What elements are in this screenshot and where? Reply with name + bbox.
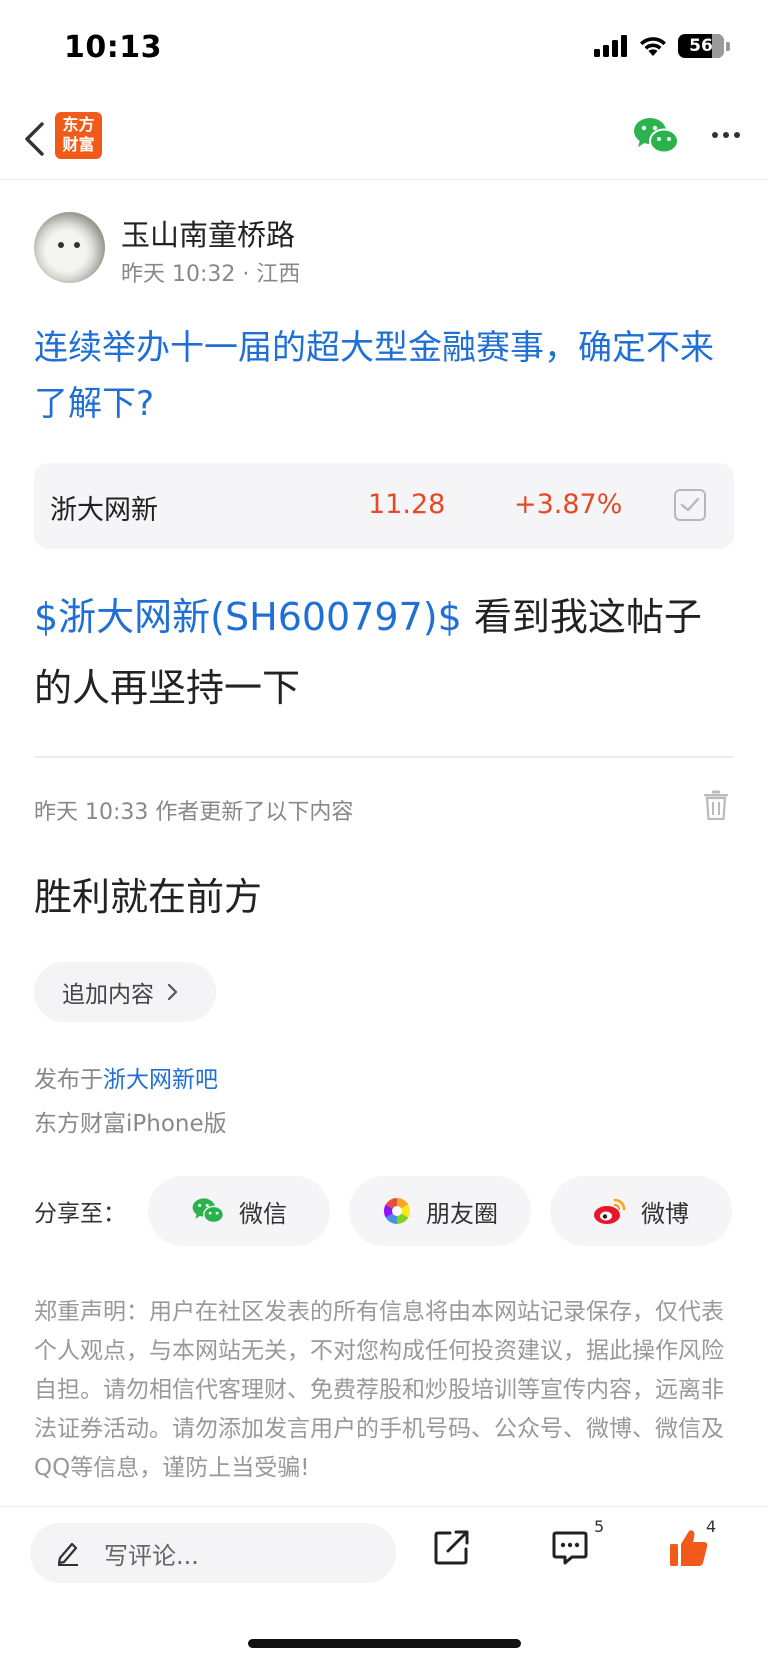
share-button[interactable] [432, 1527, 476, 1571]
battery-tip [726, 41, 730, 51]
author-info: 玉山南童桥路 昨天 10:32 · 江西 [34, 212, 734, 287]
moments-icon [383, 1197, 411, 1225]
wechat-icon [192, 1198, 225, 1224]
stock-name: 浙大网新 [50, 495, 158, 526]
post-body: $浙大网新(SH600797)$ 看到我这帖子的人再坚持一下 [34, 582, 738, 724]
stock-bar-link[interactable]: 浙大网新吧 [103, 1067, 218, 1093]
app-logo[interactable]: 东方财富 [55, 112, 102, 159]
trash-icon [704, 790, 728, 821]
bottom-action-bar: 写评论... 5 4 [0, 1506, 768, 1663]
more-button[interactable] [706, 120, 746, 150]
published-prefix: 发布于 [34, 1067, 103, 1093]
back-button[interactable] [14, 114, 54, 164]
pencil-icon [57, 1542, 78, 1566]
share-icon [434, 1530, 469, 1565]
share-wechat-label: 微信 [239, 1199, 287, 1228]
comment-count-badge: 5 [594, 1517, 605, 1536]
share-moments-label: 朋友圈 [426, 1199, 498, 1228]
stock-price: 11.28 [368, 489, 446, 520]
home-indicator [248, 1639, 521, 1648]
update-meta: 昨天 10:33 作者更新了以下内容 [34, 800, 354, 825]
post-title[interactable]: 连续举办十一届的超大型金融赛事，确定不来了解下? [34, 320, 738, 432]
status-time: 10:13 [64, 30, 162, 65]
author-name[interactable]: 玉山南童桥路 [121, 212, 295, 254]
stock-card[interactable]: 浙大网新 11.28 +3.87% [34, 463, 734, 549]
more-icon [712, 132, 718, 138]
wechat-icon [634, 118, 679, 154]
delete-button[interactable] [703, 790, 729, 821]
comment-input[interactable]: 写评论... [30, 1523, 396, 1583]
wifi-icon [640, 37, 666, 56]
divider [34, 756, 734, 758]
battery-icon: 56 [678, 34, 724, 58]
published-in: 发布于浙大网新吧 [34, 1060, 218, 1094]
signal-icon [594, 35, 627, 57]
share-weibo-button[interactable]: 微博 [550, 1176, 732, 1246]
check-icon [680, 497, 700, 512]
stock-change: +3.87% [514, 489, 623, 520]
comment-placeholder: 写评论... [104, 1541, 199, 1570]
status-icons: 56 [594, 34, 730, 58]
stock-tag-link[interactable]: $浙大网新(SH600797)$ [34, 595, 462, 639]
disclaimer: 郑重声明：用户在社区发表的所有信息将由本网站记录保存，仅代表个人观点，与本网站无… [34, 1299, 724, 1481]
like-count-badge: 4 [706, 1517, 717, 1536]
share-label: 分享至： [34, 1201, 126, 1227]
weibo-icon [594, 1198, 626, 1224]
logo-text: 东方财富 [62, 115, 95, 154]
back-icon [25, 122, 44, 156]
thumbs-up-icon [670, 1530, 708, 1566]
update-text: 胜利就在前方 [34, 875, 263, 919]
share-moments-button[interactable]: 朋友圈 [349, 1176, 531, 1246]
chevron-right-icon [167, 983, 178, 1001]
nav-bar: 东方财富 [0, 100, 768, 180]
battery-level: 56 [689, 36, 713, 56]
wechat-share-button[interactable] [632, 116, 680, 156]
post-meta: 昨天 10:32 · 江西 [121, 262, 301, 287]
status-bar: 10:13 56 [0, 0, 768, 100]
append-content-button[interactable]: 追加内容 [34, 962, 216, 1022]
share-wechat-button[interactable]: 微信 [148, 1176, 330, 1246]
append-label: 追加内容 [62, 982, 154, 1008]
platform-label: 东方财富iPhone版 [34, 1111, 227, 1137]
comment-icon [552, 1531, 588, 1565]
share-weibo-label: 微博 [641, 1199, 689, 1228]
comments-button[interactable] [550, 1527, 594, 1571]
add-watchlist-checkbox[interactable] [674, 489, 706, 521]
avatar[interactable] [34, 212, 105, 283]
